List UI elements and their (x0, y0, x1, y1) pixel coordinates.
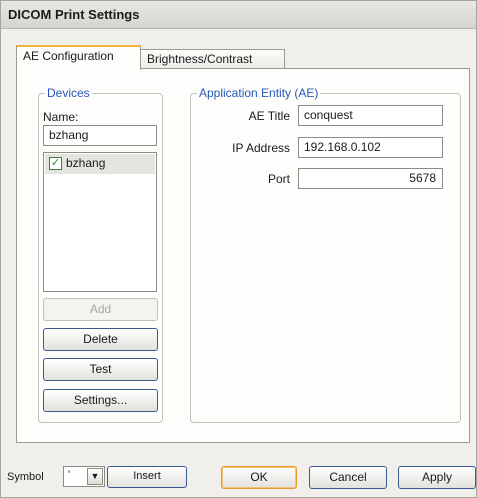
symbol-select-value: ' (68, 469, 71, 481)
chevron-down-icon[interactable]: ▼ (87, 468, 103, 485)
ae-title-label: AE Title (248, 109, 290, 123)
tab-ae-configuration[interactable]: AE Configuration (16, 45, 141, 70)
port-input[interactable]: 5678 (298, 168, 443, 189)
title-bar[interactable]: DICOM Print Settings (1, 1, 476, 29)
test-button[interactable]: Test (43, 358, 158, 381)
delete-button[interactable]: Delete (43, 328, 158, 351)
device-list-item-label: bzhang (66, 156, 106, 170)
window-title: DICOM Print Settings (8, 7, 140, 22)
ae-title-input[interactable]: conquest (298, 105, 443, 126)
devices-legend: Devices (47, 86, 90, 100)
settings-button[interactable]: Settings... (43, 389, 158, 412)
add-button[interactable]: Add (43, 298, 158, 321)
insert-button[interactable]: Insert (107, 466, 187, 488)
ok-button[interactable]: OK (221, 466, 297, 489)
port-label: Port (267, 172, 290, 186)
device-list-item[interactable]: ✓ bzhang (45, 154, 155, 174)
ae-configuration-panel: Devices Name: bzhang ✓ bzhang Add Delete… (16, 68, 470, 443)
dicom-print-settings-dialog: DICOM Print Settings AE Configuration Br… (0, 0, 477, 498)
cancel-button[interactable]: Cancel (309, 466, 387, 489)
checkmark-icon[interactable]: ✓ (49, 157, 62, 170)
ip-address-input[interactable]: 192.168.0.102 (298, 137, 443, 158)
apply-button[interactable]: Apply (398, 466, 476, 489)
name-label: Name: (43, 110, 79, 124)
ip-address-label: IP Address (232, 141, 290, 155)
device-list[interactable]: ✓ bzhang (43, 152, 157, 292)
application-entity-legend: Application Entity (AE) (199, 86, 319, 100)
tab-brightness-contrast[interactable]: Brightness/Contrast (140, 49, 285, 69)
tab-ae-configuration-label: AE Configuration (23, 49, 114, 63)
tab-brightness-contrast-label: Brightness/Contrast (147, 52, 253, 66)
devices-group: Devices Name: bzhang ✓ bzhang Add Delete… (38, 86, 163, 423)
device-name-input[interactable]: bzhang (43, 125, 157, 146)
application-entity-group: Application Entity (AE) AE Title conques… (190, 86, 461, 423)
symbol-label: Symbol (7, 471, 44, 483)
symbol-select[interactable]: ' ▼ (63, 466, 105, 487)
